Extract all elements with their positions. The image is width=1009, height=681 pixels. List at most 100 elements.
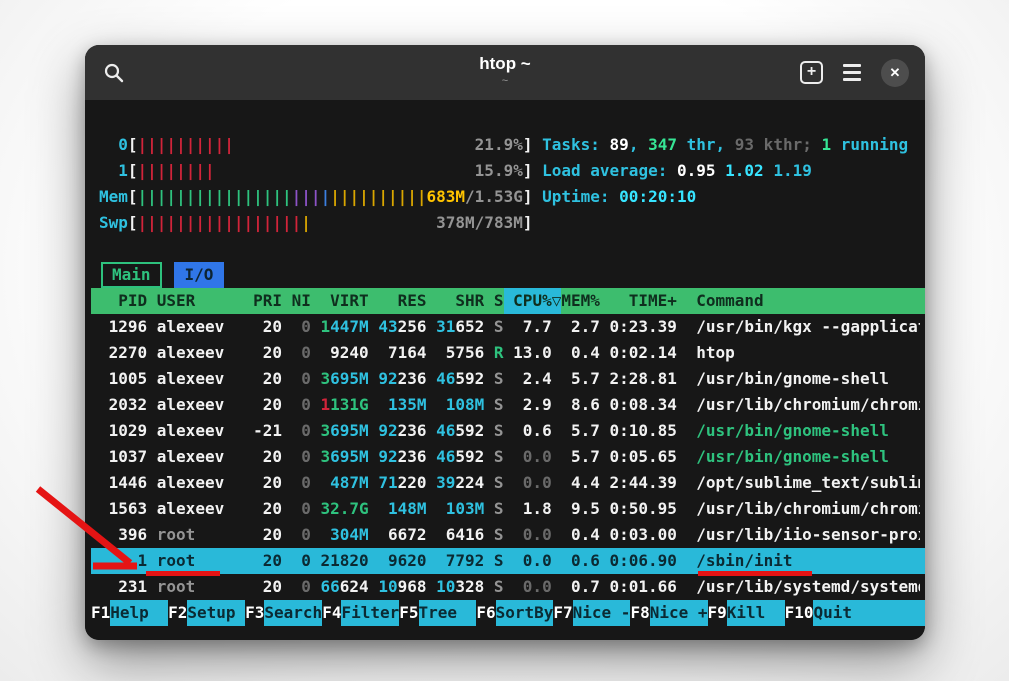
tab-io[interactable]: I/O [174, 262, 225, 288]
text-seg: S [494, 473, 504, 492]
text-seg: 0 [301, 447, 311, 466]
text-seg: R [494, 343, 504, 362]
summary-load: Load average: 0.95 1.02 1.19 [542, 158, 812, 184]
new-tab-button[interactable]: + [800, 61, 823, 84]
text-seg: 00:20:10 [619, 187, 696, 206]
text-seg: 624 [340, 577, 369, 596]
col-mem: 5.7 [561, 366, 600, 392]
col-sp2 [677, 392, 696, 418]
fn-action-sortby[interactable]: SortBy [496, 600, 554, 626]
col-time: 0:02.14 [600, 340, 677, 366]
fn-action-quit[interactable]: Quit [813, 600, 925, 626]
col-user: alexeev [157, 366, 244, 392]
search-button[interactable] [101, 60, 127, 86]
process-row[interactable]: 2032alexeev2001131G135M108MS2.98.60:08.3… [99, 392, 920, 418]
text-seg: 10 [378, 577, 397, 596]
process-row[interactable]: 2270alexeev200924071645756R13.00.40:02.1… [99, 340, 920, 366]
process-row[interactable]: 1037alexeev2003695M9223646592S0.05.70:05… [99, 444, 920, 470]
text-seg: 231 [118, 577, 147, 596]
col-cpu: 0.0 [504, 444, 552, 470]
col-mem: MEM% [561, 288, 600, 314]
col-virt: 32.7G [311, 496, 369, 522]
text-seg: 695M [330, 369, 369, 388]
col-virt: 1131G [311, 392, 369, 418]
text-seg: 92 [378, 447, 397, 466]
text-seg: alexeev [157, 369, 224, 388]
text-seg: /usr/bin/gnome-shell [696, 369, 889, 388]
col-cmd: /usr/bin/kgx --gapplicat [696, 314, 920, 340]
close-button[interactable]: ✕ [881, 59, 909, 87]
col-sp2 [677, 496, 696, 522]
text-seg: 0 [301, 551, 311, 570]
text-seg: 0.0 [523, 473, 552, 492]
bracket-open: [ [128, 158, 138, 184]
fn-action-tree[interactable]: Tree [419, 600, 477, 626]
col-cpu: 2.9 [504, 392, 552, 418]
bracket-close: ] [523, 158, 533, 184]
col-tri [552, 340, 562, 366]
bracket-open: [ [128, 132, 138, 158]
meter-value: 21.9% [475, 132, 523, 158]
fn-action-nice[interactable]: Nice - [573, 600, 631, 626]
menu-button[interactable] [843, 64, 861, 81]
col-tri [552, 522, 562, 548]
col-pri: -21 [243, 418, 282, 444]
fn-action-search[interactable]: Search [264, 600, 322, 626]
process-row[interactable]: 1296alexeev2001447M4325631652S7.72.70:23… [99, 314, 920, 340]
process-row[interactable]: 1005alexeev2003695M9223646592S2.45.72:28… [99, 366, 920, 392]
col-mem: 2.7 [561, 314, 600, 340]
process-row[interactable]: 1root2002182096207792S0.00.60:06.90/sbin… [91, 548, 925, 574]
col-cpu: 0.6 [504, 418, 552, 444]
text-seg: 131G [330, 395, 369, 414]
text-seg: root [157, 551, 196, 570]
tab-main[interactable]: Main [101, 262, 162, 288]
fn-action-setup[interactable]: Setup [187, 600, 245, 626]
col-sp1 [147, 444, 157, 470]
text-seg: 92 [378, 421, 397, 440]
text-seg: /usr/bin/gnome-shell [696, 421, 889, 440]
text-seg: 1 [138, 551, 148, 570]
col-mem: 5.7 [561, 418, 600, 444]
process-row[interactable]: 1563alexeev20032.7G148M103MS1.89.50:50.9… [99, 496, 920, 522]
col-s: S [484, 366, 503, 392]
text-seg: alexeev [157, 447, 224, 466]
fn-action-nice[interactable]: Nice + [650, 600, 708, 626]
col-time: TIME+ [600, 288, 677, 314]
text-seg: 20 [263, 473, 282, 492]
text-seg: 31 [436, 317, 455, 336]
text-seg: 92 [378, 369, 397, 388]
col-ni: 0 [282, 548, 311, 574]
text-seg: /1.53G [465, 187, 523, 206]
col-sp1 [147, 314, 157, 340]
col-pid: 1563 [99, 496, 147, 522]
text-seg: 2.7 [571, 317, 600, 336]
text-seg: 0.7 [571, 577, 600, 596]
process-row[interactable]: 1029alexeev-2103695M9223646592S0.65.70:1… [99, 418, 920, 444]
text-seg: 695M [330, 421, 369, 440]
col-cmd: /usr/lib/chromium/chromi [696, 496, 920, 522]
process-row[interactable]: 1446alexeev200487M7122039224S0.04.42:44.… [99, 470, 920, 496]
text-seg: 236 [398, 447, 427, 466]
bracket-open: [ [128, 210, 138, 236]
fn-key-f10: F10 [785, 600, 814, 626]
text-seg: 5.7 [571, 421, 600, 440]
meter-1: 1[||||||||15.9%] [99, 158, 532, 184]
col-shr: 103M [426, 496, 484, 522]
fn-action-kill[interactable]: Kill [727, 600, 785, 626]
fn-action-filter[interactable]: Filter [341, 600, 399, 626]
meter-bar: ||||||||||||||||||378M/783M [138, 210, 523, 236]
col-s: S [484, 392, 503, 418]
meter-bar-segment: | [301, 213, 311, 232]
col-time: 2:28.81 [600, 366, 677, 392]
fn-action-help[interactable]: Help [110, 600, 168, 626]
process-row[interactable]: 231root200666241096810328S0.00.70:01.66/… [99, 574, 920, 600]
col-s: R [484, 340, 503, 366]
text-seg: root [157, 577, 196, 596]
meter-bar-segment: |||||||||| [330, 187, 426, 206]
col-time: 2:44.39 [600, 470, 677, 496]
col-tri [552, 314, 562, 340]
text-seg: S [494, 369, 504, 388]
process-row[interactable]: 396root200304M66726416S0.00.40:03.00/usr… [99, 522, 920, 548]
col-ni: 0 [282, 314, 311, 340]
text-seg: 5.7 [571, 369, 600, 388]
